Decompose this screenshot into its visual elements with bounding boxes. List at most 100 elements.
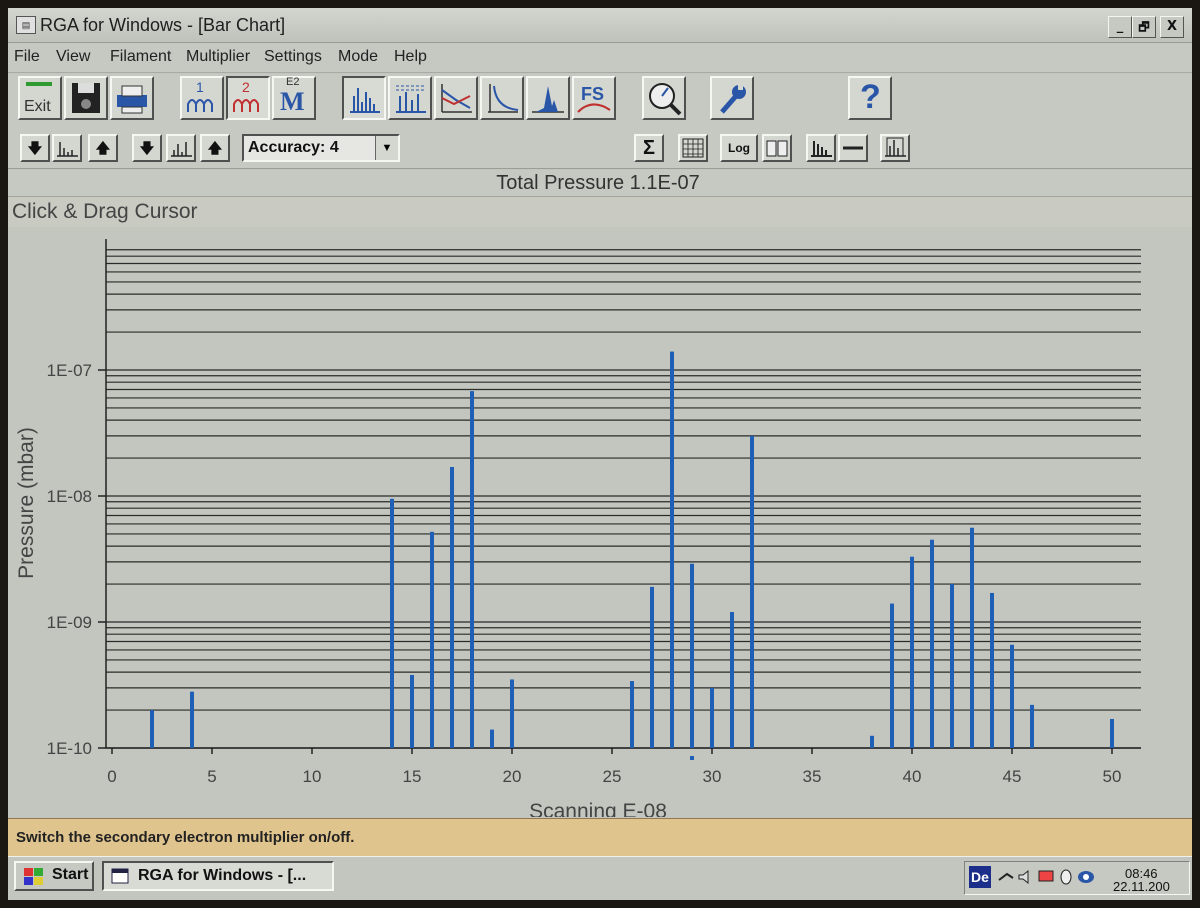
- mass-down-button[interactable]: 🡇: [132, 134, 162, 162]
- library-button[interactable]: [762, 134, 792, 162]
- bar-mass-19[interactable]: [490, 729, 494, 748]
- menu-mode[interactable]: Mode: [338, 48, 378, 66]
- bar-mass-43[interactable]: [970, 527, 974, 748]
- minimize-button[interactable]: _: [1108, 16, 1132, 38]
- x-tick-label: 20: [503, 767, 522, 786]
- bar-mass-32[interactable]: [750, 435, 754, 748]
- bar-mass-29[interactable]: [690, 563, 694, 748]
- analog-view-button[interactable]: [526, 76, 570, 120]
- grid-button[interactable]: [678, 134, 708, 162]
- bar-chart-view-button[interactable]: [342, 76, 386, 120]
- arrow-down-icon: 🡇: [27, 140, 43, 156]
- tools-button[interactable]: [710, 76, 754, 120]
- bar-mass-41[interactable]: [930, 539, 934, 748]
- bar-mass-42[interactable]: [950, 584, 954, 748]
- menu-mode-label: Mode: [338, 48, 379, 65]
- mouse-icon[interactable]: [1057, 868, 1075, 886]
- baseline-button[interactable]: [838, 134, 868, 162]
- bar-mass-38[interactable]: [870, 735, 874, 748]
- y-tick-label: 1E-09: [47, 613, 92, 632]
- bar-mass-16[interactable]: [430, 531, 434, 748]
- language-indicator[interactable]: De: [969, 866, 991, 888]
- peak-button[interactable]: [880, 134, 910, 162]
- menu-settings[interactable]: Settings: [264, 48, 322, 66]
- bar-mass-46[interactable]: [1030, 704, 1034, 748]
- decay-view-button[interactable]: [480, 76, 524, 120]
- restore-button[interactable]: 🗗: [1132, 16, 1156, 38]
- gauge-magnifier-icon: [649, 83, 682, 116]
- log-scale-button[interactable]: Log: [720, 134, 758, 162]
- bar-mass-14[interactable]: [390, 498, 394, 748]
- menu-filament[interactable]: Filament: [110, 48, 171, 66]
- print-button[interactable]: [110, 76, 154, 120]
- sigma-label: Σ: [642, 137, 655, 159]
- start-button[interactable]: Start: [14, 861, 94, 891]
- autoscale-button[interactable]: [806, 134, 836, 162]
- taskbar-rga-label: RGA for Windows - [...: [138, 867, 307, 884]
- title-bar: ▤ RGA for Windows - [Bar Chart] _ 🗗 X: [8, 8, 1192, 43]
- taskbar-rga-window[interactable]: RGA for Windows - [...: [102, 861, 334, 891]
- accuracy-select[interactable]: Accuracy: 4 ▼: [242, 134, 400, 162]
- floppy-icon: [72, 83, 100, 113]
- m-label: M: [280, 87, 305, 116]
- accuracy-label: Accuracy: 4: [248, 139, 339, 156]
- save-button[interactable]: [64, 76, 108, 120]
- sum-button[interactable]: Σ: [634, 134, 664, 162]
- fs-view-button[interactable]: FS: [572, 76, 616, 120]
- bar-mass-50[interactable]: [1110, 718, 1114, 748]
- x-tick-label: 5: [207, 767, 216, 786]
- speaker-icon[interactable]: [1017, 868, 1035, 886]
- total-pressure-label: Total Pressure 1.1E-07: [496, 172, 700, 194]
- bar-mass-4[interactable]: [190, 691, 194, 748]
- monitor-button[interactable]: [642, 76, 686, 120]
- scan-toolbar: 🡇 🡅 🡇 🡅 Accuracy: 4 ▼ Σ Log: [8, 130, 1192, 169]
- x-axis-label: Scanning E-08: [529, 800, 667, 817]
- table-view-button[interactable]: [388, 76, 432, 120]
- monitor-icon[interactable]: [1037, 868, 1055, 886]
- multiplier-2-button[interactable]: 2: [226, 76, 270, 120]
- close-button[interactable]: X: [1160, 16, 1184, 38]
- bar-mass-28[interactable]: [670, 351, 674, 748]
- menu-file[interactable]: File: [14, 48, 40, 66]
- bar-mass-44[interactable]: [990, 592, 994, 748]
- bar-chart[interactable]: 1E-10 1E-09 1E-08 1E-07 0 5 10 15 20 25 30 35 40 45 50…: [8, 227, 1192, 823]
- trend-chart-icon: [441, 84, 472, 113]
- bar-mass-39[interactable]: [890, 603, 894, 748]
- bar-mass-30[interactable]: [710, 687, 714, 748]
- y-axis-label: Pressure (mbar): [15, 427, 38, 579]
- bar-mass-18[interactable]: [470, 391, 474, 748]
- cursor-marker[interactable]: [690, 756, 694, 760]
- menu-help[interactable]: Help: [394, 48, 427, 66]
- bar-mass-26[interactable]: [630, 681, 634, 748]
- menu-filament-label: Filament: [110, 48, 172, 65]
- bar-mass-2[interactable]: [150, 710, 154, 748]
- scan-range-button[interactable]: [52, 134, 82, 162]
- help-button[interactable]: ?: [848, 76, 892, 120]
- bar-mass-40[interactable]: [910, 556, 914, 748]
- bar-mass-20[interactable]: [510, 679, 514, 748]
- bar-chart-area[interactable]: 1E-10 1E-09 1E-08 1E-07 0 5 10 15 20 25 30 35 40 45 50…: [8, 227, 1192, 823]
- network-icon[interactable]: [1077, 868, 1095, 886]
- cursor-hint-bar: Click & Drag Cursor: [8, 196, 1192, 227]
- chevron-down-icon[interactable]: ▼: [375, 136, 398, 160]
- start-label: Start: [52, 866, 89, 883]
- x-tick-label: 35: [803, 767, 822, 786]
- scan-down-button[interactable]: 🡇: [20, 134, 50, 162]
- trend-view-button[interactable]: [434, 76, 478, 120]
- bar-mass-45[interactable]: [1010, 644, 1014, 748]
- bar-mass-17[interactable]: [450, 466, 454, 748]
- mode-m-button[interactable]: E2 M: [272, 76, 316, 120]
- multiplier-1-button[interactable]: 1: [180, 76, 224, 120]
- menu-multiplier[interactable]: Multiplier: [186, 48, 250, 66]
- mass-range-button[interactable]: [166, 134, 196, 162]
- plug-icon[interactable]: [997, 868, 1015, 886]
- bar-mass-27[interactable]: [650, 586, 654, 748]
- bar-mass-31[interactable]: [730, 612, 734, 748]
- fs-curve-icon: [577, 103, 611, 113]
- bar-mass-15[interactable]: [410, 674, 414, 748]
- mass-up-button[interactable]: 🡅: [200, 134, 230, 162]
- menu-multiplier-label: Multiplier: [186, 48, 251, 65]
- menu-view[interactable]: View: [56, 48, 90, 66]
- exit-button[interactable]: Exit: [18, 76, 62, 120]
- scan-up-button[interactable]: 🡅: [88, 134, 118, 162]
